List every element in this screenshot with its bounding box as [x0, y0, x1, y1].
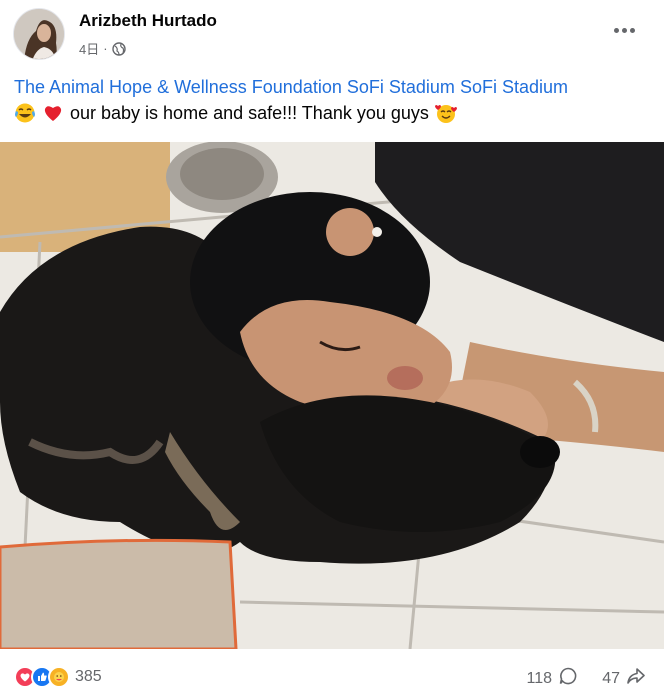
post-header: Arizbeth Hurtado 4日 ·	[0, 0, 664, 66]
photo-woman-hugging-dog	[0, 142, 664, 649]
share-icon	[626, 666, 646, 691]
message-text: our baby is home and safe!!! Thank you g…	[70, 103, 429, 123]
share-count: 47	[602, 669, 620, 687]
author-avatar[interactable]	[13, 8, 65, 60]
care-reaction-icon	[48, 666, 70, 688]
red-heart-emoji	[42, 102, 64, 124]
reactions-summary[interactable]: 385	[14, 666, 102, 688]
comment-count: 118	[526, 669, 552, 687]
author-name[interactable]: Arizbeth Hurtado	[79, 11, 217, 31]
tears-of-joy-emoji	[14, 102, 36, 124]
globe-icon[interactable]	[111, 41, 126, 56]
meta-separator: ·	[103, 41, 108, 56]
more-options-icon	[613, 27, 619, 33]
smiling-face-with-hearts-emoji	[434, 102, 457, 124]
tag-line: The Animal Hope & Wellness Foundation So…	[14, 74, 654, 100]
shares-summary[interactable]: 47	[602, 666, 646, 691]
post-text: The Animal Hope & Wellness Foundation So…	[14, 74, 654, 126]
tag-sofi-stadium-2[interactable]: SoFi Stadium	[460, 77, 568, 97]
post-time[interactable]: 4日	[79, 39, 99, 58]
comment-icon	[558, 666, 578, 691]
message-line: our baby is home and safe!!! Thank you g…	[14, 100, 654, 126]
tag-animal-hope-foundation[interactable]: The Animal Hope & Wellness Foundation	[14, 77, 342, 97]
post-footer: 385 118 47	[0, 650, 664, 694]
tag-sofi-stadium[interactable]: SoFi Stadium	[347, 77, 455, 97]
post-meta: 4日 ·	[79, 39, 126, 58]
avatar-image	[14, 9, 64, 59]
reaction-count: 385	[75, 668, 102, 685]
more-options-button[interactable]	[606, 18, 642, 42]
comments-summary[interactable]: 118	[526, 666, 578, 691]
post-photo[interactable]	[0, 142, 664, 649]
